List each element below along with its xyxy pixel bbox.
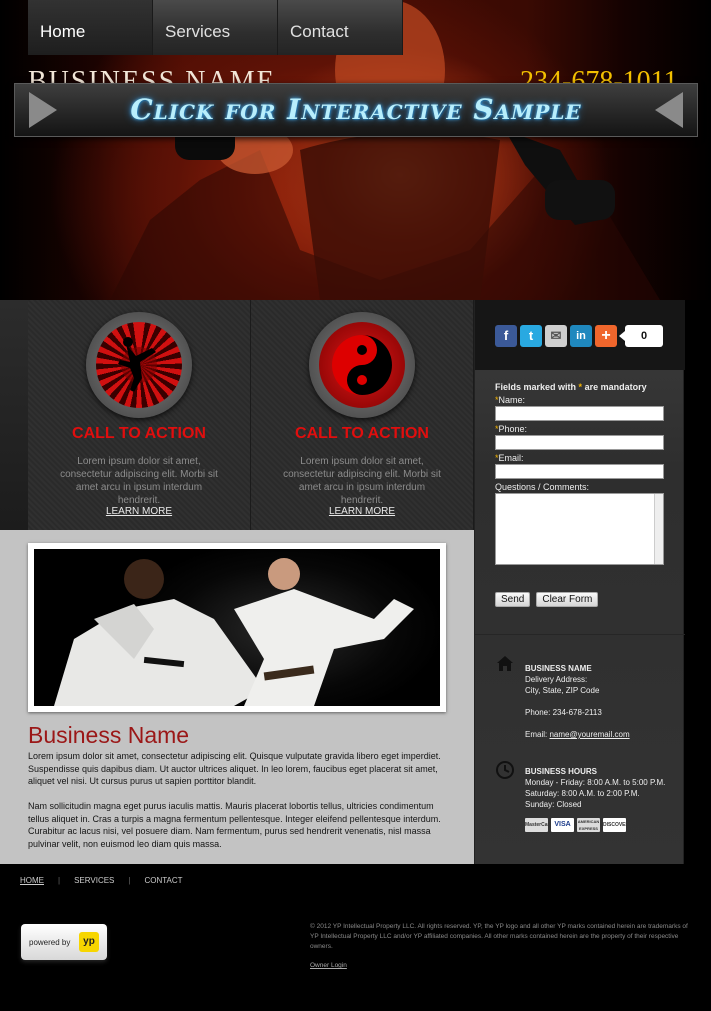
main-nav: Home Services Contact [28, 0, 404, 55]
name-label: *Name: [495, 395, 526, 405]
home-icon [497, 656, 513, 671]
comments-textarea[interactable] [495, 493, 664, 565]
comments-label: Questions / Comments: [495, 482, 590, 492]
amex-icon: AMERICAN EXPRESS [577, 818, 600, 832]
visa-icon: VISA [551, 818, 574, 832]
facebook-icon[interactable]: f [495, 325, 517, 347]
page: Home Services Contact BUSINESS NAME 234-… [0, 0, 711, 1011]
sidebar: f t ✉ in + 0 Fields marked with * are ma… [474, 300, 685, 864]
phone-field[interactable] [495, 435, 664, 450]
payment-methods: MasterCard VISA AMERICAN EXPRESS DISCOVE… [525, 818, 629, 832]
name-field[interactable] [495, 406, 664, 421]
email-link[interactable]: name@youremail.com [549, 730, 629, 739]
clear-form-button[interactable]: Clear Form [536, 592, 599, 607]
cta-text: Lorem ipsum dolor sit amet, consectetur … [60, 456, 218, 506]
footer: HOME | SERVICES | CONTACT powered by yp … [0, 864, 711, 1011]
business-title: Business Name [28, 722, 190, 748]
footer-link-home[interactable]: HOME [20, 876, 44, 885]
email-field[interactable] [495, 464, 664, 479]
yin-yang-icon [309, 312, 415, 418]
cta-title: CALL TO ACTION [72, 425, 206, 442]
business-hours: BUSINESS HOURS Monday - Friday: 8:00 A.M… [525, 767, 666, 809]
nav-tab-home[interactable]: Home [28, 0, 153, 55]
form-header: Fields marked with * are mandatory [495, 382, 647, 392]
kick-icon [86, 312, 192, 418]
banner-text: Click for Interactive Sample [130, 93, 582, 126]
footer-link-services[interactable]: SERVICES [74, 876, 114, 885]
karate-photo [34, 549, 440, 706]
contact-info: BUSINESS NAME Delivery Address: City, St… [525, 664, 630, 739]
main-content: Business Name Lorem ipsum dolor sit amet… [0, 530, 474, 864]
cta-block: CALL TO ACTION Lorem ipsum dolor sit ame… [28, 300, 251, 530]
actions-grid: CALL TO ACTION Lorem ipsum dolor sit ame… [28, 300, 475, 530]
cta-text: Lorem ipsum dolor sit amet, consectetur … [283, 456, 441, 506]
body-paragraph: Nam sollicitudin magna eget purus iaculi… [28, 801, 441, 849]
legal-text: © 2012 YP Intellectual Property LLC. All… [310, 923, 688, 950]
share-bar: f t ✉ in + 0 [475, 300, 685, 370]
add-share-icon[interactable]: + [595, 325, 617, 347]
powered-by-yp-badge[interactable]: powered by yp [21, 924, 107, 960]
cta-block: CALL TO ACTION Lorem ipsum dolor sit ame… [251, 300, 474, 530]
interactive-sample-banner[interactable]: Click for Interactive Sample [14, 83, 698, 137]
footer-link-contact[interactable]: CONTACT [144, 876, 182, 885]
share-count: 0 [619, 325, 663, 347]
body-paragraph: Lorem ipsum dolor sit amet, consectetur … [28, 751, 441, 786]
actions-section: CALL TO ACTION Lorem ipsum dolor sit ame… [0, 300, 475, 530]
nav-tab-contact[interactable]: Contact [278, 0, 403, 55]
email-label: *Email: [495, 453, 524, 463]
footer-separator: | [58, 876, 61, 885]
textarea-scrollbar[interactable] [654, 494, 663, 564]
cta-title: CALL TO ACTION [295, 425, 429, 442]
form-buttons: Send Clear Form [495, 592, 604, 607]
linkedin-icon[interactable]: in [570, 325, 592, 347]
clock-icon [496, 761, 514, 779]
footer-separator: | [128, 876, 131, 885]
email-icon[interactable]: ✉ [545, 325, 567, 347]
footer-nav: HOME | SERVICES | CONTACT [20, 876, 197, 885]
divider [475, 634, 685, 635]
learn-more-link[interactable]: LEARN MORE [28, 506, 250, 517]
hero-banner: Home Services Contact BUSINESS NAME 234-… [0, 0, 711, 300]
arrow-left-icon [655, 92, 683, 128]
yp-logo: yp [79, 932, 99, 952]
learn-more-link[interactable]: LEARN MORE [251, 506, 473, 517]
discover-icon: DISCOVER [603, 818, 629, 832]
contact-form: Fields marked with * are mandatory *Name… [495, 382, 667, 565]
send-button[interactable]: Send [495, 592, 531, 607]
mastercard-icon: MasterCard [525, 818, 553, 832]
phone-label: *Phone: [495, 424, 528, 434]
twitter-icon[interactable]: t [520, 325, 542, 347]
karate-photo-frame [28, 543, 446, 712]
nav-tab-services[interactable]: Services [153, 0, 278, 55]
owner-login-link[interactable]: Owner Login [310, 962, 347, 969]
powered-by-text: powered by [29, 938, 71, 947]
